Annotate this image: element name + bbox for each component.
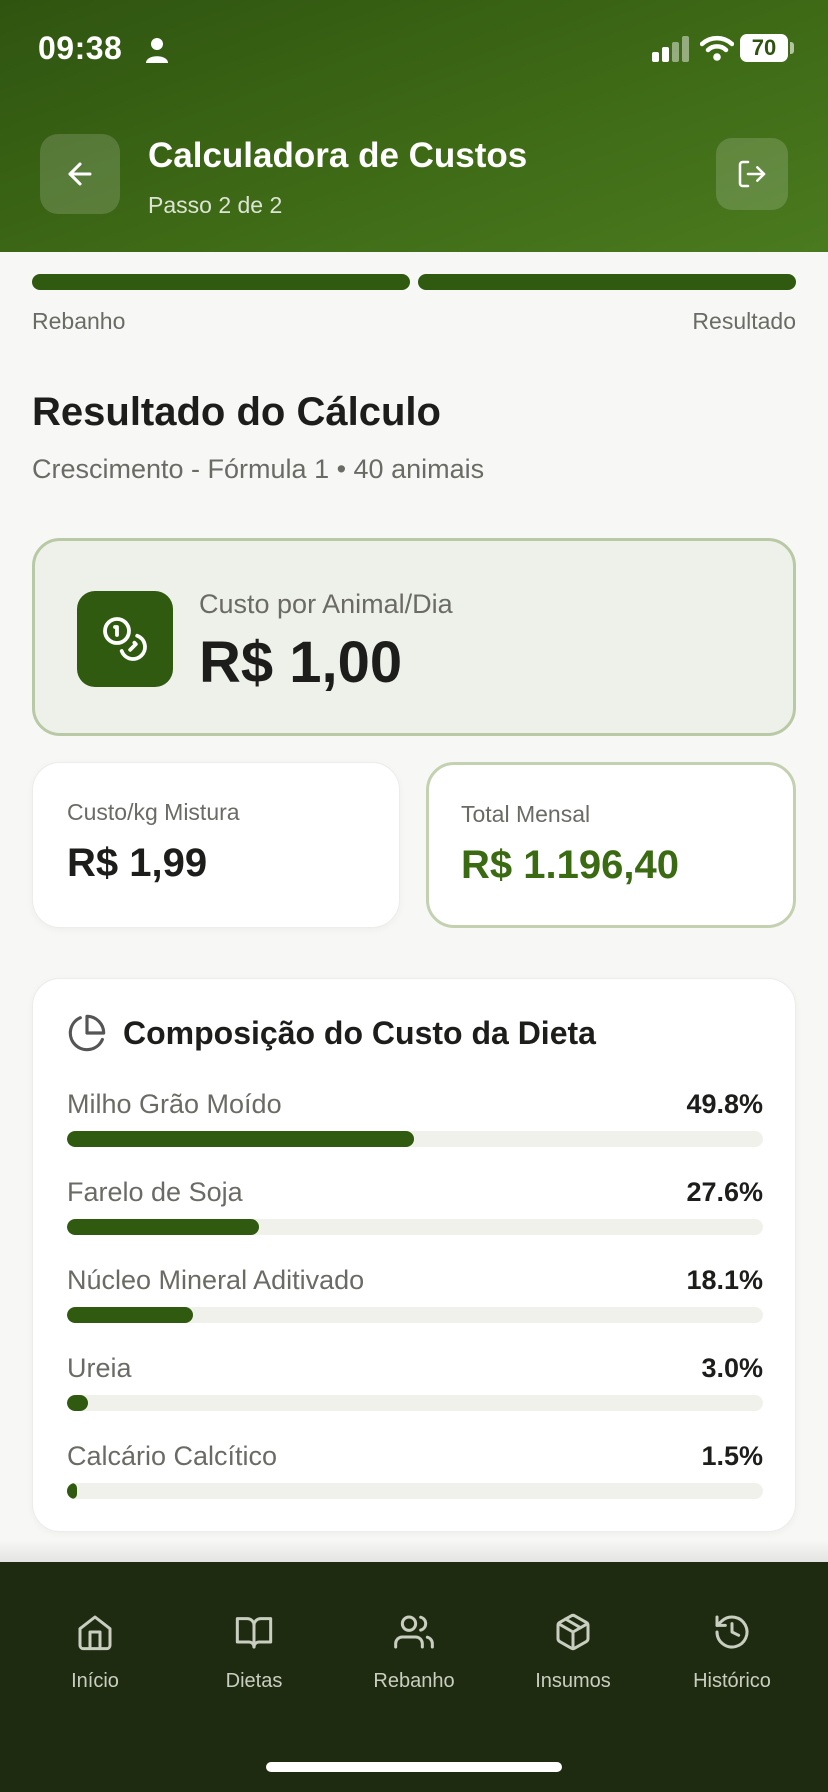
users-icon [394,1615,434,1649]
progress-step-2 [418,274,796,290]
nav-label: Rebanho [373,1670,455,1692]
ingredient-percent: 49.8% [686,1089,763,1119]
history-icon [715,1615,749,1649]
cost-per-animal-value: R$ 1,00 [199,630,403,695]
ingredient-percent: 27.6% [686,1177,763,1207]
wifi-icon [700,35,734,61]
status-time: 09:38 [38,30,123,66]
ingredient-bar-track [67,1131,763,1147]
composition-row: Ureia 3.0% [67,1353,763,1423]
nav-item-rebanho[interactable]: Rebanho [334,1612,494,1712]
nav-label: Insumos [535,1670,611,1692]
ingredient-bar-track [67,1395,763,1411]
ingredient-bar-fill [67,1307,193,1323]
composition-row: Farelo de Soja 27.6% [67,1177,763,1247]
back-button[interactable] [40,134,120,214]
ingredient-percent: 18.1% [686,1265,763,1295]
nav-label: Histórico [693,1670,771,1692]
progress-step-1 [32,274,410,290]
cost-per-kg-value: R$ 1,99 [67,841,208,885]
cellular-signal-icon [652,36,689,62]
ingredient-bar-fill [67,1219,260,1235]
ingredient-bar-track [67,1483,763,1499]
ingredient-name: Calcário Calcítico [67,1441,278,1471]
result-subtitle: Crescimento - Fórmula 1 • 40 animais [32,454,485,484]
monthly-total-label: Total Mensal [461,801,591,827]
bottom-nav-shadow [0,1540,828,1562]
ingredient-bar-fill [67,1131,414,1147]
composition-row: Núcleo Mineral Aditivado 18.1% [67,1265,763,1335]
monthly-total-card: Total Mensal R$ 1.196,40 [426,762,796,928]
nav-item-inicio[interactable]: Início [15,1612,175,1712]
bottom-navigation: Início Dietas Rebanho Insumos Histórico [0,1562,828,1792]
ingredient-name: Milho Grão Moído [67,1089,282,1119]
composition-title: Composição do Custo da Dieta [123,1015,596,1051]
cost-per-kg-label: Custo/kg Mistura [67,799,240,825]
ingredient-percent: 1.5% [701,1441,763,1471]
ingredient-bar-track [67,1307,763,1323]
nav-item-dietas[interactable]: Dietas [174,1612,334,1712]
status-bar: 09:38 70 [0,0,828,100]
step-label-resultado: Resultado [692,308,796,334]
composition-row: Milho Grão Moído 49.8% [67,1089,763,1159]
monthly-total-value: R$ 1.196,40 [461,843,679,887]
logout-button[interactable] [716,138,788,210]
cost-per-animal-label: Custo por Animal/Dia [199,589,453,619]
home-icon [78,1615,112,1651]
ingredient-name: Farelo de Soja [67,1177,243,1207]
package-icon [556,1613,590,1651]
battery-indicator: 70 [740,34,788,62]
ingredient-bar-fill [67,1483,78,1499]
battery-tip [790,42,794,54]
book-icon [235,1617,273,1649]
ingredient-name: Núcleo Mineral Aditivado [67,1265,365,1295]
ingredient-bar-track [67,1219,763,1235]
step-label-rebanho: Rebanho [32,308,126,334]
ingredient-bar-fill [67,1395,88,1411]
cost-per-animal-card: Custo por Animal/Dia R$ 1,00 [32,538,796,736]
app-header: 09:38 70 Calculadora de Custos Passo 2 d… [0,0,828,252]
cost-composition-card: Composição do Custo da Dieta Milho Grão … [32,978,796,1532]
cost-per-kg-card: Custo/kg Mistura R$ 1,99 [32,762,400,928]
page-title: Calculadora de Custos [148,136,528,175]
arrow-left-icon [68,162,92,186]
person-icon [146,38,168,63]
nav-label: Dietas [225,1670,283,1692]
result-title: Resultado do Cálculo [32,390,441,434]
nav-item-historico[interactable]: Histórico [652,1612,812,1712]
log-out-icon [738,160,766,188]
coins-icon-box [77,591,173,687]
ingredient-name: Ureia [67,1353,132,1383]
ingredient-percent: 3.0% [701,1353,763,1383]
nav-label: Início [71,1670,119,1692]
nav-item-insumos[interactable]: Insumos [493,1612,653,1712]
home-indicator [266,1762,562,1772]
pie-chart-icon [68,1014,106,1052]
step-indicator: Passo 2 de 2 [148,192,283,218]
composition-row: Calcário Calcítico 1.5% [67,1441,763,1511]
coins-icon [103,617,147,661]
